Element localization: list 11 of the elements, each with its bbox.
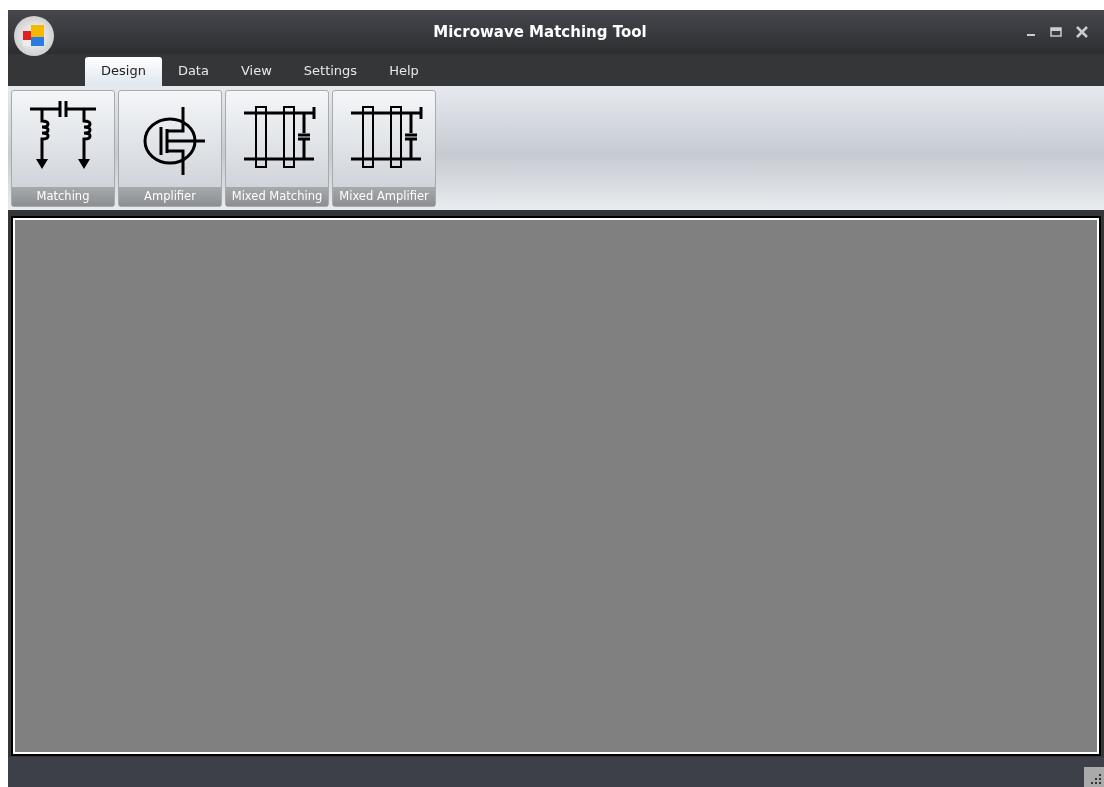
app-logo-icon <box>21 23 47 49</box>
ribbon-tab[interactable]: Help <box>373 57 435 86</box>
app-menu-button[interactable] <box>14 16 54 56</box>
close-icon[interactable] <box>1076 26 1088 38</box>
ribbon-tab[interactable]: View <box>224 57 288 86</box>
resize-grip-icon[interactable] <box>1084 767 1104 787</box>
maximize-icon[interactable] <box>1050 27 1062 37</box>
window-title: Microwave Matching Tool <box>432 23 648 41</box>
ribbon-tab[interactable]: Design <box>85 57 162 86</box>
ribbon-tab[interactable]: Data <box>161 57 225 86</box>
ribbon-tab[interactable]: Settings <box>287 57 374 86</box>
